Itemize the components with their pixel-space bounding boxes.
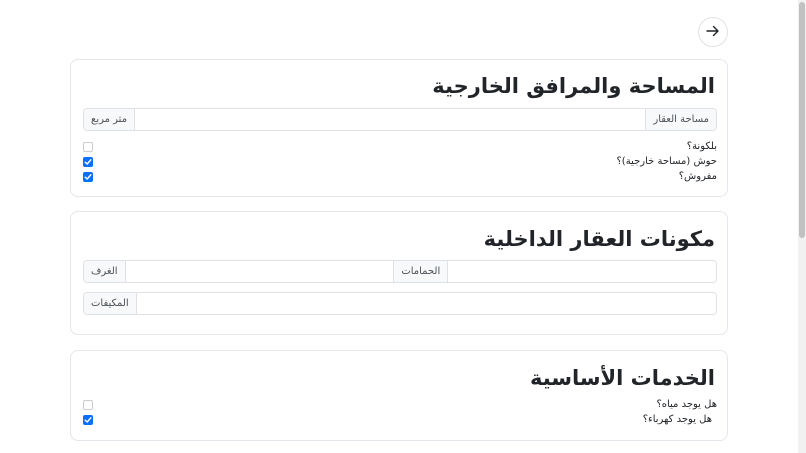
area-input[interactable] [135,109,646,130]
bathrooms-label-addon: الحمامات [393,261,449,282]
furnished-checkbox-row: مفروش؟ [83,170,717,183]
area-unit-addon: متر مربع [84,109,136,130]
rooms-label-addon: الغرف [84,261,126,282]
balcony-checkbox-row: بلكونة؟ [83,140,717,153]
outdoor-title: المساحة والمرافق الخارجية [432,74,715,98]
indoor-title: مكونات العقار الداخلية [483,227,715,251]
outdoor-card: المساحة والمرافق الخارجية متر مربع مساحة… [70,59,728,197]
yard-checkbox-row: حوش (مساحة خارجية)؟ [83,155,717,168]
yard-label: حوش (مساحة خارجية)؟ [616,156,717,167]
ac-input[interactable] [136,293,716,314]
furnished-label: مفروش؟ [678,171,717,182]
area-input-group: متر مربع مساحة العقار [83,108,717,131]
water-checkbox[interactable] [83,400,93,410]
area-label-addon: مساحة العقار [645,109,716,130]
ac-input-group: المكيفات [83,292,717,315]
bathrooms-input[interactable] [448,261,716,282]
ac-label-addon: المكيفات [84,293,137,314]
electricity-checkbox-row: هل يوجد كهرباء؟ [83,413,717,426]
balcony-checkbox[interactable] [83,142,93,152]
electricity-label: هل يوجد كهرباء؟ [642,414,712,425]
yard-checkbox[interactable] [83,157,93,167]
services-card: الخدمات الأساسية هل يوجد مياه؟ هل يوجد ك… [70,350,728,441]
furnished-checkbox[interactable] [83,172,93,182]
rooms-bathrooms-group: الغرف الحمامات [83,260,717,283]
page-scrollbar[interactable] [798,0,806,453]
services-title: الخدمات الأساسية [530,366,715,390]
balcony-label: بلكونة؟ [686,141,717,152]
indoor-card: مكونات العقار الداخلية الغرف الحمامات ال… [70,211,728,335]
water-label: هل يوجد مياه؟ [656,399,717,410]
scrollbar-thumb[interactable] [799,2,805,238]
rooms-input[interactable] [125,261,394,282]
arrow-right-icon [706,25,720,40]
electricity-checkbox[interactable] [83,415,93,425]
water-checkbox-row: هل يوجد مياه؟ [83,398,717,411]
back-button[interactable] [698,17,728,47]
